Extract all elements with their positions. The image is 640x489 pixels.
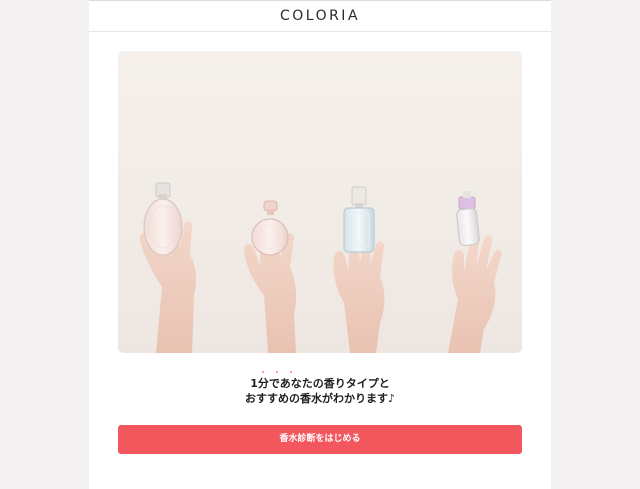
start-diagnosis-button[interactable]: 香水診断をはじめる — [118, 425, 522, 454]
hand-bottle-3 — [333, 186, 385, 353]
hand-bottle-2 — [243, 200, 297, 353]
content-column: COLORIA ・・・ 1分であなたの香りタイプと おすすめの香水がわかります♪… — [89, 0, 551, 489]
hero-image — [118, 51, 522, 353]
lead-line-1: 1分であなたの香りタイプと — [250, 377, 390, 390]
brand-logo[interactable]: COLORIA — [280, 8, 360, 24]
lead-line-2: おすすめの香水がわかります♪ — [244, 392, 396, 405]
perfume-hands-illustration — [139, 182, 502, 353]
lead-text: 1分であなたの香りタイプと おすすめの香水がわかります♪ — [89, 376, 551, 406]
site-header: COLORIA — [89, 0, 551, 32]
hand-bottle-4 — [448, 191, 502, 353]
hand-bottle-1 — [139, 182, 197, 353]
